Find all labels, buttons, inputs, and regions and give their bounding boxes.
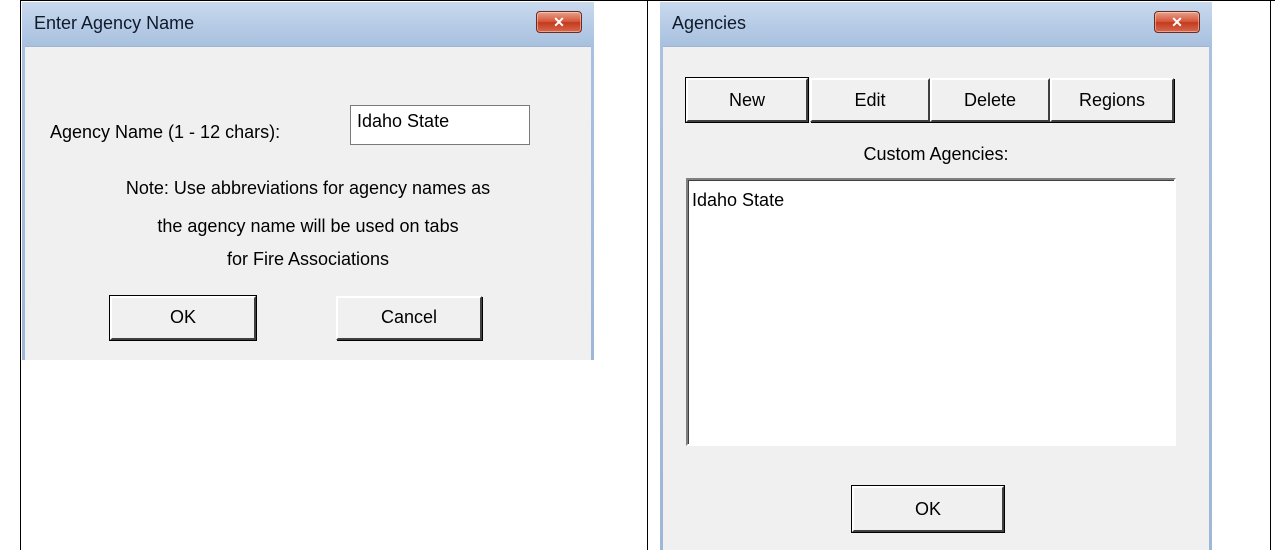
close-icon: ✕ — [553, 14, 565, 30]
ok-button[interactable]: OK — [109, 295, 257, 341]
table-border-right — [1270, 0, 1271, 550]
cancel-button[interactable]: Cancel — [336, 296, 482, 340]
agencies-dialog: Agencies ✕ New Edit Delete Regions Custo… — [660, 2, 1212, 550]
dialog-title: Agencies — [672, 13, 747, 33]
custom-agencies-label: Custom Agencies: — [863, 144, 1009, 164]
regions-button[interactable]: Regions — [1050, 78, 1174, 122]
edit-button[interactable]: Edit — [810, 78, 930, 122]
enter-agency-name-dialog: Enter Agency Name ✕ Agency Name (1 - 12 … — [22, 2, 594, 360]
window-frame-left — [22, 46, 25, 360]
dialog-titlebar[interactable]: Agencies ✕ — [660, 2, 1212, 47]
table-border-left — [20, 0, 21, 550]
close-button[interactable]: ✕ — [536, 11, 582, 33]
dialog-titlebar[interactable]: Enter Agency Name ✕ — [22, 2, 594, 47]
agency-name-label: Agency Name (1 - 12 chars): — [50, 122, 281, 142]
regions-button-label: Regions — [1078, 90, 1146, 110]
delete-button-label: Delete — [963, 90, 1017, 110]
ok-button[interactable]: OK — [851, 485, 1005, 533]
list-item[interactable]: Idaho State — [692, 190, 784, 211]
ok-button-label: OK — [914, 499, 941, 519]
new-button-label: New — [728, 90, 765, 110]
note-line-2: the agency name will be used on tabs — [157, 216, 459, 236]
window-frame-right — [1209, 46, 1212, 550]
window-frame-left — [660, 46, 663, 550]
note-line-3: for Fire Associations — [226, 249, 390, 269]
delete-button[interactable]: Delete — [930, 78, 1050, 122]
dialog-title: Enter Agency Name — [34, 13, 195, 33]
close-button[interactable]: ✕ — [1154, 11, 1200, 33]
cancel-button-label: Cancel — [380, 307, 438, 327]
custom-agencies-list[interactable]: Idaho State — [686, 178, 1176, 446]
note-line-1: Note: Use abbreviations for agency names… — [125, 178, 491, 198]
new-button[interactable]: New — [685, 77, 809, 123]
ok-button-label: OK — [169, 307, 196, 327]
table-border-middle — [647, 0, 648, 550]
window-frame-right — [591, 46, 594, 360]
agency-name-input[interactable]: Idaho State — [350, 105, 530, 145]
edit-button-label: Edit — [854, 90, 886, 110]
close-icon: ✕ — [1171, 14, 1183, 30]
